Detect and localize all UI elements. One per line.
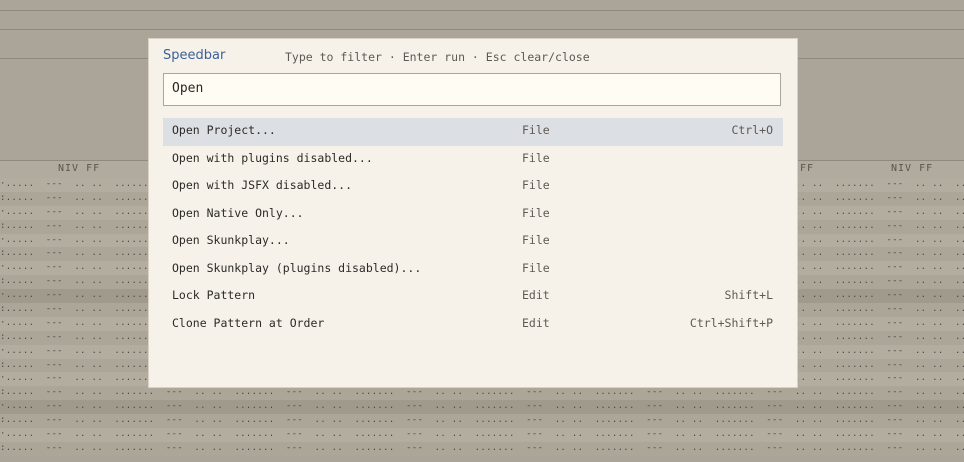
result-category: File (522, 205, 550, 220)
result-label: Open Skunkplay... (172, 233, 290, 247)
result-category: File (522, 233, 550, 247)
result-label: Open with plugins disabled... (172, 150, 373, 165)
result-category: File (522, 150, 550, 165)
result-category: File (522, 178, 550, 192)
result-category: File (522, 123, 550, 137)
channel-header-label: NIV FF (58, 163, 101, 174)
speedbar-result-item[interactable]: Open with JSFX disabled... File (163, 173, 783, 201)
speedbar-result-item[interactable]: Lock Pattern Edit Shift+L (163, 283, 783, 311)
result-shortcut: Shift+L (724, 288, 773, 302)
result-shortcut: Ctrl+Shift+P (689, 315, 773, 330)
result-label: Clone Pattern at Order (172, 315, 325, 330)
speedbar-dialog: Speedbar Type to filter · Enter run · Es… (149, 39, 797, 387)
pattern-row: :..... --- .. .. ....... --- .. .. .....… (0, 414, 964, 429)
pattern-row: ·..... --- .. .. ....... --- .. .. .....… (0, 428, 964, 442)
pattern-row: :..... --- .. .. ....... --- .. .. .....… (0, 386, 964, 401)
speedbar-result-item[interactable]: Open Project... File Ctrl+O (163, 118, 783, 146)
result-label: Open Project... (172, 123, 276, 137)
toolbar-strip (0, 11, 964, 30)
result-category: Edit (522, 315, 550, 330)
speedbar-search-input[interactable]: Open (163, 73, 781, 106)
speedbar-result-item[interactable]: Open with plugins disabled... File (163, 146, 783, 174)
speedbar-result-item[interactable]: Clone Pattern at Order Edit Ctrl+Shift+P (163, 311, 783, 339)
speedbar-result-item[interactable]: Open Native Only... File (163, 201, 783, 229)
result-category: File (522, 260, 550, 275)
speedbar-results-list: Open Project... File Ctrl+O Open with plugi… (163, 118, 783, 338)
speedbar-result-item[interactable]: Open Skunkplay... File (163, 228, 783, 256)
pattern-row: :..... --- .. .. ....... --- .. .. .....… (0, 441, 964, 456)
result-shortcut: Ctrl+O (731, 123, 773, 137)
result-label: Lock Pattern (172, 288, 256, 302)
toolbar-strip (0, 0, 964, 11)
result-label: Open with JSFX disabled... (172, 178, 353, 192)
speedbar-result-item[interactable]: Open Skunkplay (plugins disabled)... File (163, 256, 783, 284)
speedbar-hint: Type to filter · Enter run · Esc clear/c… (285, 50, 590, 64)
result-label: Open Native Only... (172, 205, 304, 220)
result-label: Open Skunkplay (plugins disabled)... (172, 260, 422, 275)
result-category: Edit (522, 288, 550, 302)
speedbar-title: Speedbar (163, 48, 226, 63)
channel-header-label: NIV FF (891, 163, 934, 174)
channel-header-label: FF (800, 163, 815, 174)
pattern-row: ·..... --- .. .. ....... --- .. .. .....… (0, 400, 964, 415)
